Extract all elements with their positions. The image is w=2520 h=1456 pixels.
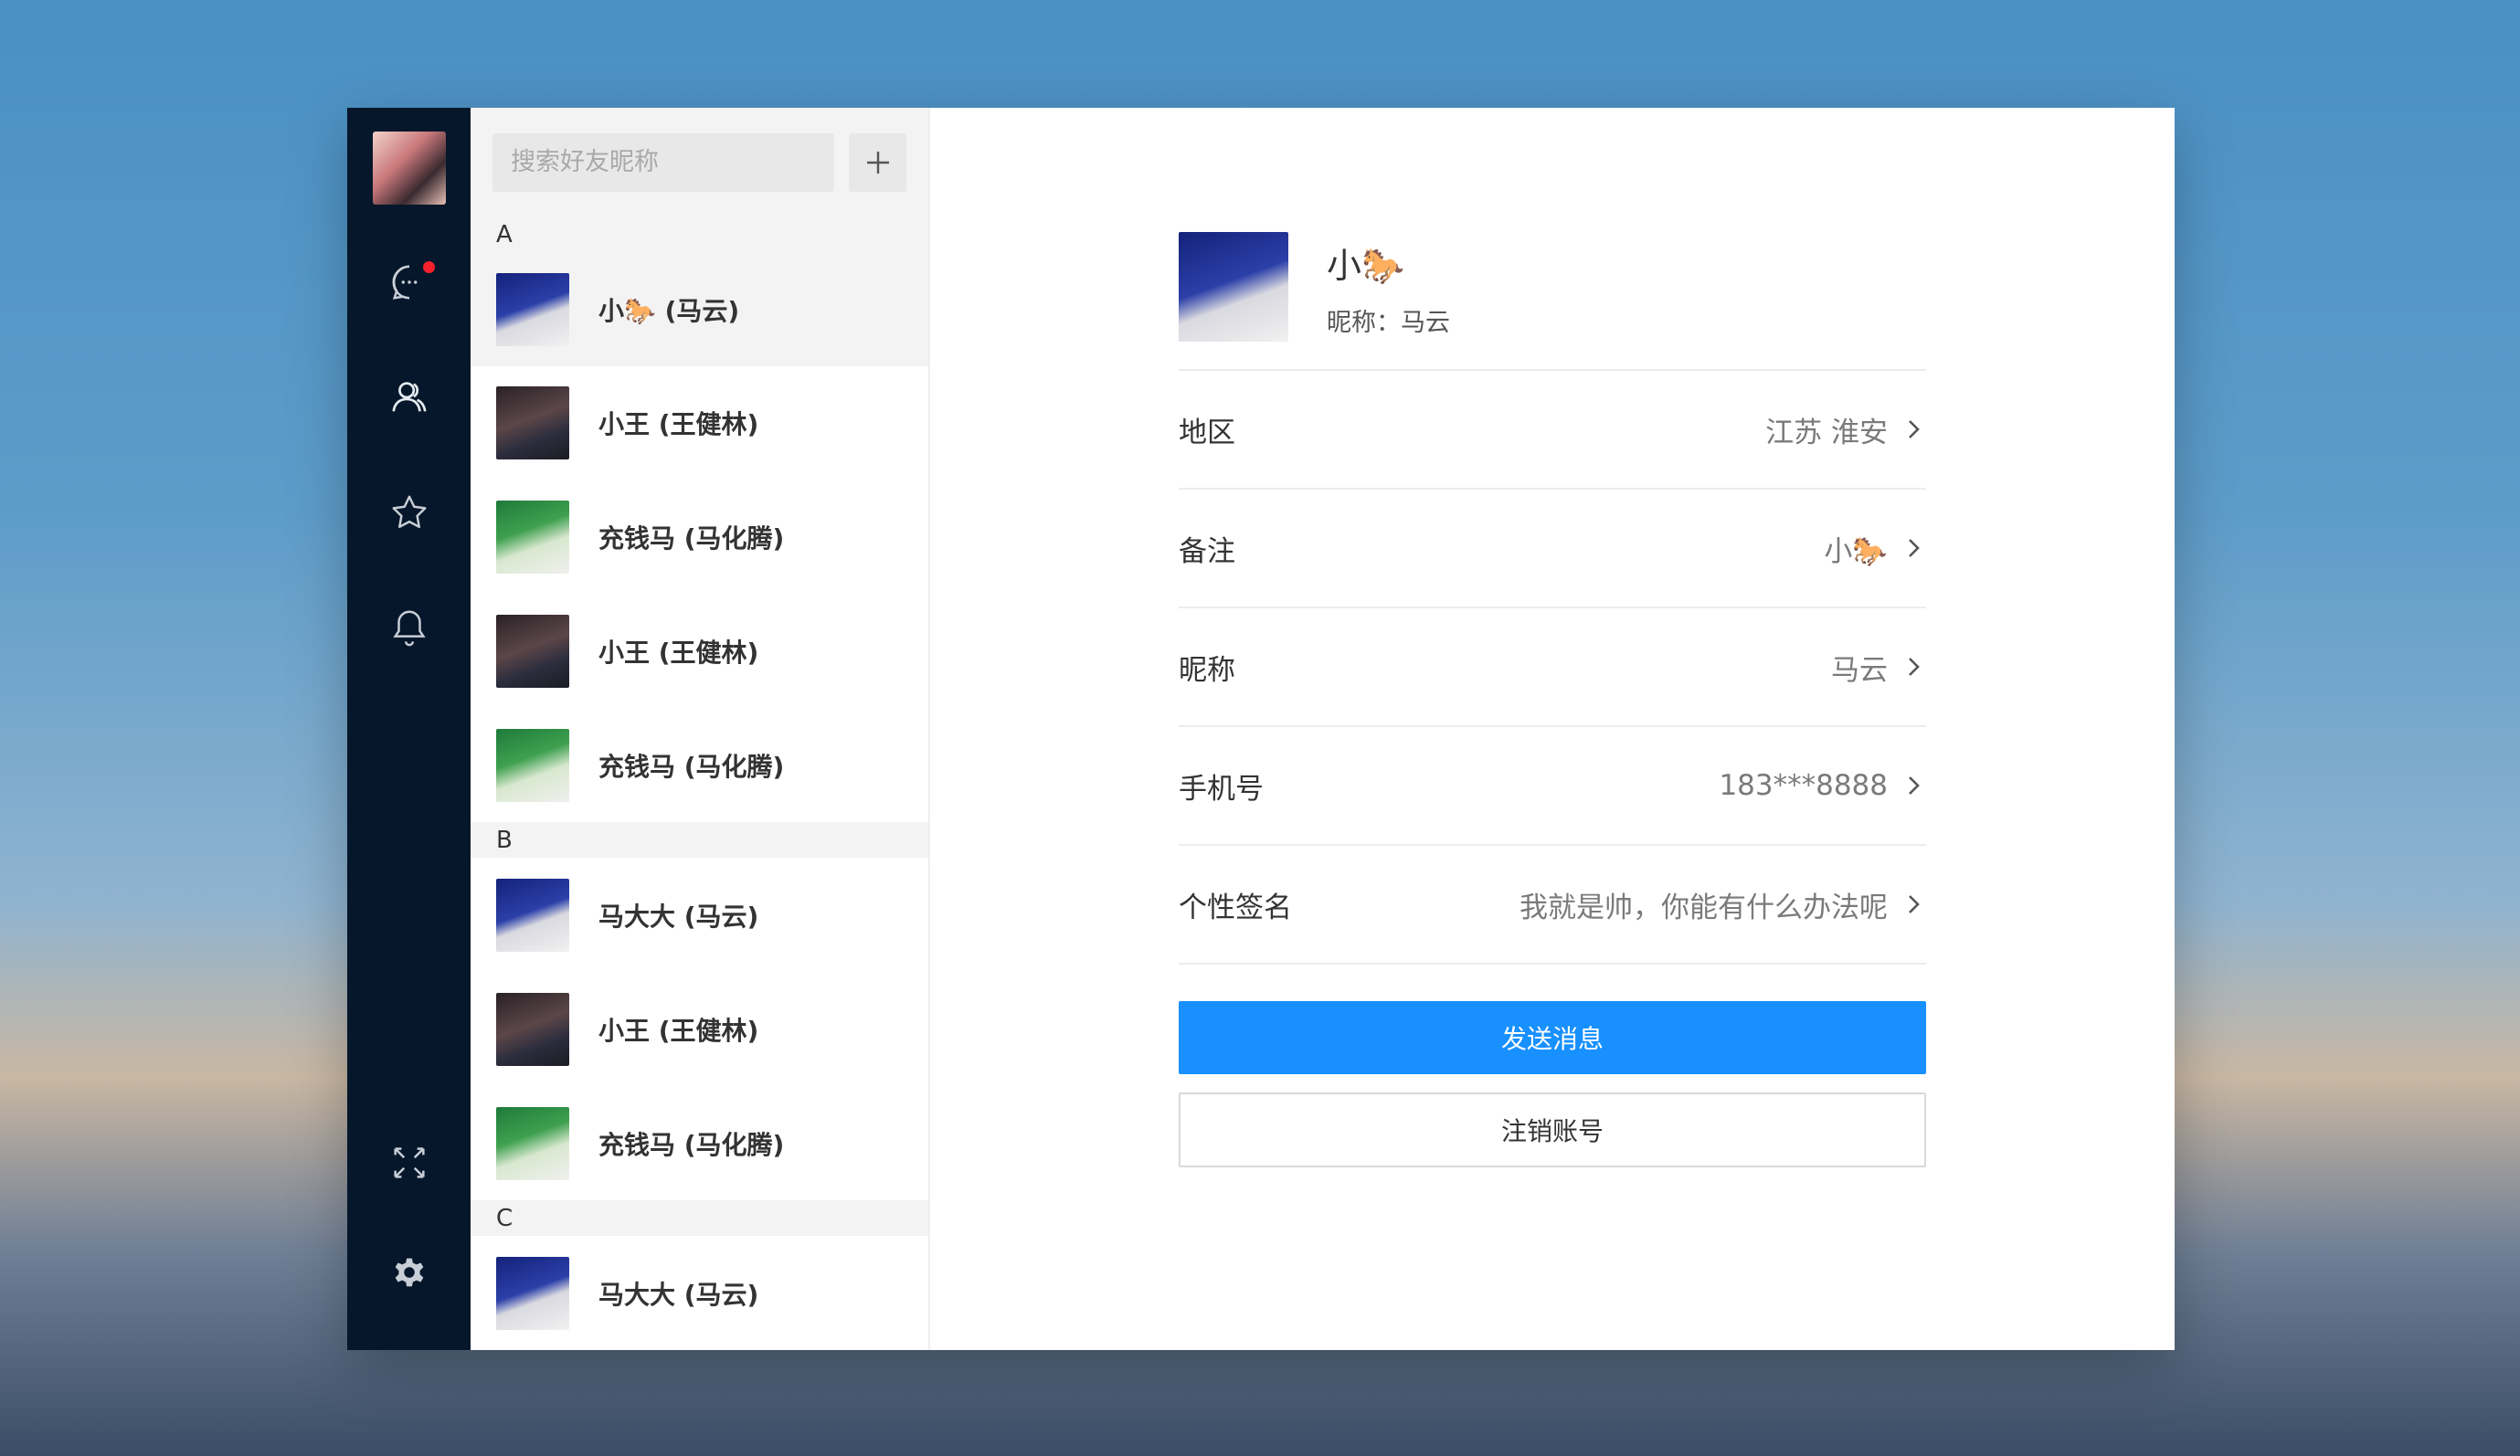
left-nav xyxy=(347,108,471,1350)
logout-button[interactable]: 注销账号 xyxy=(1179,1092,1926,1167)
nav-favorites[interactable] xyxy=(347,471,471,554)
row-value-group: 马云 xyxy=(1831,647,1926,688)
nav-notifications[interactable] xyxy=(347,586,471,669)
section-header: B xyxy=(471,822,928,859)
search-input[interactable] xyxy=(509,147,825,178)
contact-name: 充钱马 (马化腾) xyxy=(598,752,785,782)
contact-item[interactable]: 充钱马 (马化腾) xyxy=(471,1086,928,1200)
chevron-right-icon xyxy=(1909,539,1920,557)
contact-item[interactable]: 充钱马 (马化腾) xyxy=(471,709,928,823)
profile-title: 小🐎 xyxy=(1327,246,1405,286)
contact-avatar xyxy=(496,1106,569,1180)
row-nickname[interactable]: 昵称 马云 xyxy=(1179,608,1926,727)
nav-chat[interactable] xyxy=(347,241,471,323)
contact-name: 充钱马 (马化腾) xyxy=(598,523,785,554)
profile-card: 小🐎 昵称：马云 地区 江苏 淮安 备注 小🐎 昵称 马云 手机号 183***… xyxy=(1179,232,1926,1167)
row-label: 昵称 xyxy=(1179,653,1235,687)
chevron-right-icon xyxy=(1909,895,1920,913)
chevron-right-icon xyxy=(1909,420,1920,438)
contact-avatar xyxy=(496,386,569,460)
row-region[interactable]: 地区 江苏 淮安 xyxy=(1179,371,1926,490)
contact-item[interactable]: 小王 (王健林) xyxy=(471,366,928,480)
section-header: A xyxy=(471,216,928,253)
unread-badge xyxy=(421,259,437,275)
profile-info: 小🐎 昵称：马云 xyxy=(1327,237,1450,338)
row-value-group: 小🐎 xyxy=(1824,528,1926,569)
contact-item[interactable]: 马大大 (马云) xyxy=(471,1236,928,1350)
contact-name: 马大大 (马云) xyxy=(598,901,759,932)
contact-avatar xyxy=(496,272,569,346)
contact-name: 充钱马 (马化腾) xyxy=(598,1129,785,1160)
row-value-group: 183***8888 xyxy=(1719,769,1926,802)
row-signature[interactable]: 个性签名 我就是帅，你能有什么办法呢 xyxy=(1179,846,1926,965)
row-value: 小🐎 xyxy=(1824,534,1888,568)
row-label: 手机号 xyxy=(1179,772,1264,806)
contact-item[interactable]: 小王 (王健林) xyxy=(471,972,928,1086)
profile-header: 小🐎 昵称：马云 xyxy=(1179,232,1926,371)
contact-name: 小王 (王健林) xyxy=(598,1015,759,1046)
contact-avatar xyxy=(496,501,569,575)
contact-avatar xyxy=(496,729,569,802)
fullscreen-button[interactable] xyxy=(347,1122,471,1204)
row-value: 马云 xyxy=(1831,653,1888,687)
chevron-right-icon xyxy=(1909,776,1920,795)
row-value-group: 江苏 淮安 xyxy=(1765,409,1926,450)
add-contact-button[interactable] xyxy=(849,132,906,192)
contact-detail-panel: 小🐎 昵称：马云 地区 江苏 淮安 备注 小🐎 昵称 马云 手机号 183***… xyxy=(930,108,2175,1350)
contact-name: 小🐎 (马云) xyxy=(598,295,740,326)
send-message-button[interactable]: 发送消息 xyxy=(1179,1001,1926,1074)
contact-name: 小王 (王健林) xyxy=(598,409,759,440)
row-value-group: 我就是帅，你能有什么办法呢 xyxy=(1519,884,1926,925)
contact-item[interactable]: 小🐎 (马云) xyxy=(471,252,928,366)
row-remark[interactable]: 备注 小🐎 xyxy=(1179,490,1926,608)
contact-name: 马大大 (马云) xyxy=(598,1279,759,1310)
contacts-icon xyxy=(391,382,427,412)
contact-name: 小王 (王健林) xyxy=(598,638,759,669)
search-box[interactable] xyxy=(492,132,834,192)
row-phone[interactable]: 手机号 183***8888 xyxy=(1179,727,1926,846)
star-icon xyxy=(392,495,426,529)
contact-avatar xyxy=(496,1256,569,1330)
app-window: A 小🐎 (马云) 小王 (王健林) 充钱马 (马化腾) 小王 (王健林) 充钱… xyxy=(347,108,2175,1350)
row-value: 我就是帅，你能有什么办法呢 xyxy=(1519,891,1888,924)
chevron-right-icon xyxy=(1909,658,1920,676)
bell-icon xyxy=(392,610,426,647)
contact-item[interactable]: 充钱马 (马化腾) xyxy=(471,480,928,595)
list-header xyxy=(471,108,928,217)
plus-icon xyxy=(866,151,889,174)
contact-item[interactable]: 小王 (王健林) xyxy=(471,595,928,709)
settings-button[interactable] xyxy=(347,1231,471,1314)
row-label: 个性签名 xyxy=(1179,891,1292,924)
profile-nickname: 昵称：马云 xyxy=(1327,309,1450,337)
row-label: 备注 xyxy=(1179,534,1235,568)
profile-avatar xyxy=(1179,232,1288,342)
row-label: 地区 xyxy=(1179,416,1235,449)
fullscreen-icon xyxy=(393,1147,425,1178)
contact-item[interactable]: 马大大 (马云) xyxy=(471,858,928,972)
avatar[interactable] xyxy=(372,132,446,205)
row-value: 183***8888 xyxy=(1719,769,1888,802)
gear-icon xyxy=(395,1258,423,1287)
contact-avatar xyxy=(496,615,569,689)
section-header: C xyxy=(471,1200,928,1237)
nav-contacts[interactable] xyxy=(347,356,471,438)
contact-avatar xyxy=(496,992,569,1066)
contact-avatar xyxy=(496,878,569,952)
contact-list-panel: A 小🐎 (马云) 小王 (王健林) 充钱马 (马化腾) 小王 (王健林) 充钱… xyxy=(471,108,930,1350)
row-value: 江苏 淮安 xyxy=(1765,416,1888,449)
